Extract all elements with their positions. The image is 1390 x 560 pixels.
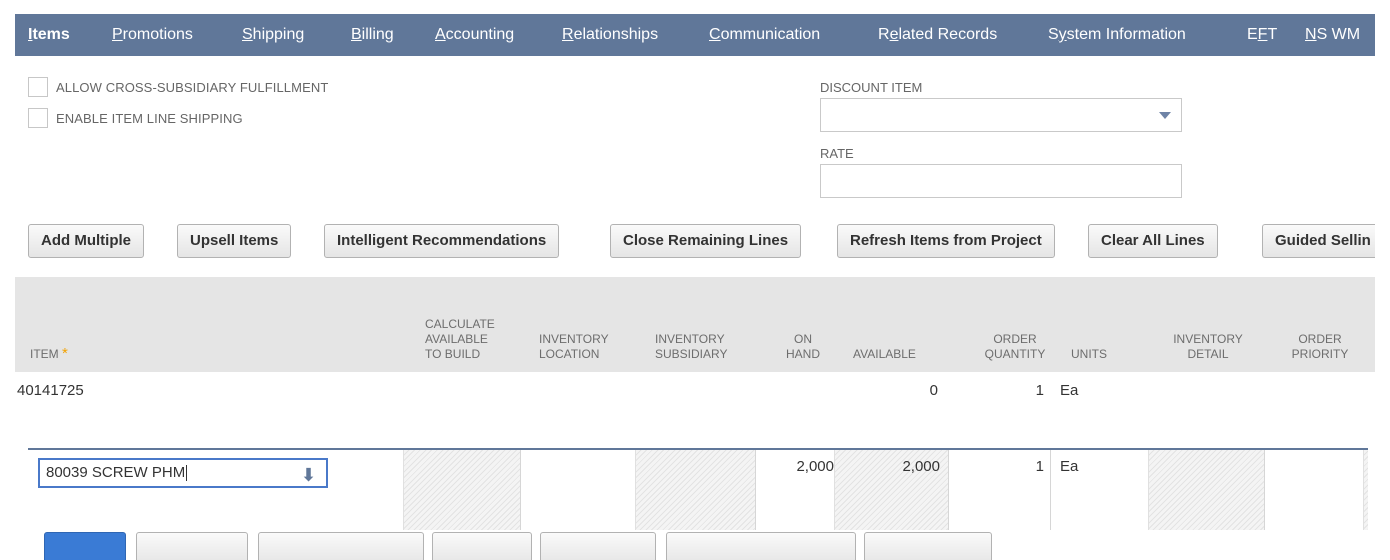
tab-shipping[interactable]: Shipping <box>242 14 304 56</box>
edit-order-quantity[interactable]: 1 <box>988 458 1044 475</box>
remove-button[interactable] <box>540 532 656 560</box>
add-multiple-button[interactable]: Add Multiple <box>28 224 144 258</box>
col-inventory-detail: INVENTORY DETAIL <box>1173 332 1243 361</box>
alternative-items-button[interactable] <box>666 532 856 560</box>
calc-available-cell <box>403 450 520 530</box>
upsell-items-button[interactable]: Upsell Items <box>177 224 292 258</box>
row-order-quantity: 1 <box>1035 382 1044 399</box>
discount-item-select[interactable] <box>820 98 1182 132</box>
edit-line-row: 80039 SCREW PHM ⬇ 2,000 2,000 1 Ea <box>28 448 1368 530</box>
col-inventory-location: INVENTORY LOCATION <box>539 332 609 361</box>
guided-selling-button[interactable]: Guided Sellin <box>1262 224 1375 258</box>
allow-cross-subsidiary-row: ALLOW CROSS-SUBSIDIARY FULFILLMENT <box>28 76 328 98</box>
dropdown-caret-icon <box>1159 112 1171 119</box>
tab-ns-wms[interactable]: NS WM <box>1305 14 1360 56</box>
enable-line-shipping-label: ENABLE ITEM LINE SHIPPING <box>56 110 243 126</box>
line-action-buttons <box>28 532 1368 560</box>
cancel-line-button[interactable] <box>136 532 248 560</box>
edit-config-button[interactable] <box>864 532 992 560</box>
tab-related-records[interactable]: Related Records <box>878 14 997 56</box>
col-on-hand: ON HAND <box>785 332 820 361</box>
row-available: 0 <box>929 382 938 399</box>
required-asterisk-icon: * <box>62 345 68 362</box>
item-input-value: 80039 SCREW PHM <box>46 464 186 481</box>
item-input[interactable]: 80039 SCREW PHM ⬇ <box>38 458 328 488</box>
col-order-quantity: ORDER QUANTITY <box>984 332 1046 361</box>
enable-line-shipping-checkbox[interactable] <box>28 108 48 128</box>
refresh-items-from-project-button[interactable]: Refresh Items from Project <box>837 224 1055 258</box>
intelligent-recommendations-button[interactable]: Intelligent Recommendations <box>324 224 560 258</box>
insert-button[interactable] <box>432 532 532 560</box>
tab-promotions[interactable]: Promotions <box>112 14 193 56</box>
col-order-priority: ORDER PRIORITY <box>1291 332 1349 361</box>
tab-accounting[interactable]: Accounting <box>435 14 514 56</box>
col-item: ITEM * <box>30 345 68 362</box>
discount-item-label: DISCOUNT ITEM <box>820 80 923 95</box>
rate-input[interactable] <box>820 164 1182 198</box>
tab-eft[interactable]: EFT <box>1247 14 1277 56</box>
clear-all-lines-button[interactable]: Clear All Lines <box>1088 224 1218 258</box>
allow-cross-subsidiary-checkbox[interactable] <box>28 77 48 97</box>
edit-on-hand: 2,000 <box>796 458 834 475</box>
copy-previous-button[interactable] <box>258 532 424 560</box>
edit-available: 2,000 <box>902 458 940 475</box>
col-calculate-available-to-build: CALCULATE AVAILABLE TO BUILD <box>425 317 495 361</box>
enable-line-shipping-row: ENABLE ITEM LINE SHIPPING <box>28 107 243 129</box>
col-inventory-subsidiary: INVENTORY SUBSIDIARY <box>655 332 728 361</box>
col-available: AVAILABLE <box>853 347 916 361</box>
tab-system-information[interactable]: System Information <box>1048 14 1186 56</box>
row-item: 40141725 <box>17 382 84 399</box>
close-remaining-lines-button[interactable]: Close Remaining Lines <box>610 224 802 258</box>
row-units: Ea <box>1060 382 1079 399</box>
inventory-subsidiary-cell <box>635 450 755 530</box>
tab-items[interactable]: Items <box>28 14 70 56</box>
item-grid-header: ITEM * CALCULATE AVAILABLE TO BUILD INVENT… <box>15 277 1375 372</box>
allow-cross-subsidiary-label: ALLOW CROSS-SUBSIDIARY FULFILLMENT <box>56 79 329 95</box>
edit-units[interactable]: Ea <box>1060 458 1078 475</box>
double-chevron-down-icon[interactable]: ⬇ <box>301 462 316 488</box>
inventory-detail-cell <box>1148 450 1264 530</box>
rate-label: RATE <box>820 146 854 161</box>
subtab-bar: Items Promotions Shipping Billing Accoun… <box>15 14 1375 56</box>
tab-relationships[interactable]: Relationships <box>562 14 658 56</box>
tab-communication[interactable]: Communication <box>709 14 820 56</box>
add-line-button[interactable] <box>44 532 126 560</box>
col-units: UNITS <box>1071 347 1107 361</box>
tab-billing[interactable]: Billing <box>351 14 394 56</box>
